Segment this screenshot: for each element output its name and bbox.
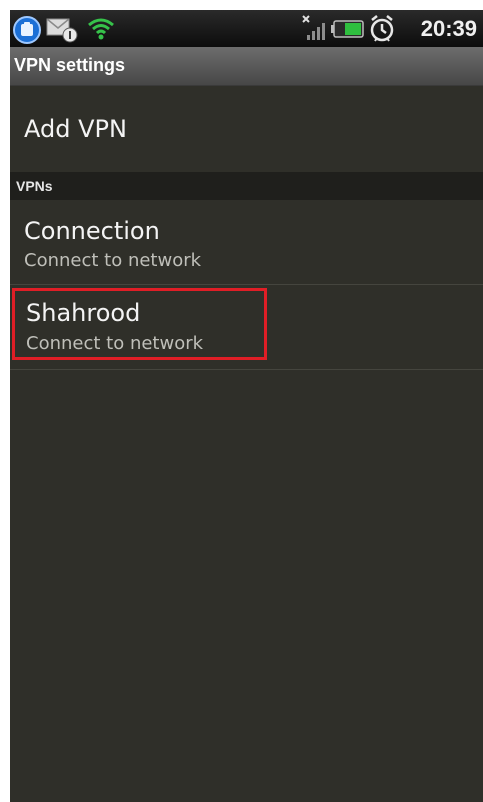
add-vpn-label: Add VPN — [24, 115, 127, 143]
vpn-item-summary: Connect to network — [26, 333, 204, 354]
vpn-item-shahrood[interactable]: Shahrood Connect to network — [10, 285, 483, 370]
title-bar: VPN settings — [10, 47, 483, 86]
signal-icon — [301, 13, 327, 47]
highlight-box: Shahrood Connect to network — [12, 288, 267, 360]
status-time: 20:39 — [420, 16, 477, 41]
vpn-item-name: Connection — [24, 217, 160, 245]
wifi-icon — [86, 16, 116, 46]
status-bar: 20:39 — [10, 10, 483, 47]
page-title: VPN settings — [14, 55, 126, 75]
app-icon — [12, 15, 42, 49]
section-header-label: VPNs — [16, 178, 53, 194]
alarm-icon — [369, 14, 395, 48]
phone-screen: 20:39 VPN settings Add VPN VPNs Connecti… — [10, 10, 483, 802]
vpn-item-summary: Connect to network — [24, 250, 202, 271]
section-header-vpns: VPNs — [10, 172, 483, 200]
mail-notification-icon — [46, 17, 78, 47]
battery-icon — [331, 19, 365, 43]
vpn-item-connection[interactable]: Connection Connect to network — [10, 200, 483, 285]
vpn-item-name: Shahrood — [26, 299, 141, 327]
add-vpn-item[interactable]: Add VPN — [10, 86, 483, 172]
